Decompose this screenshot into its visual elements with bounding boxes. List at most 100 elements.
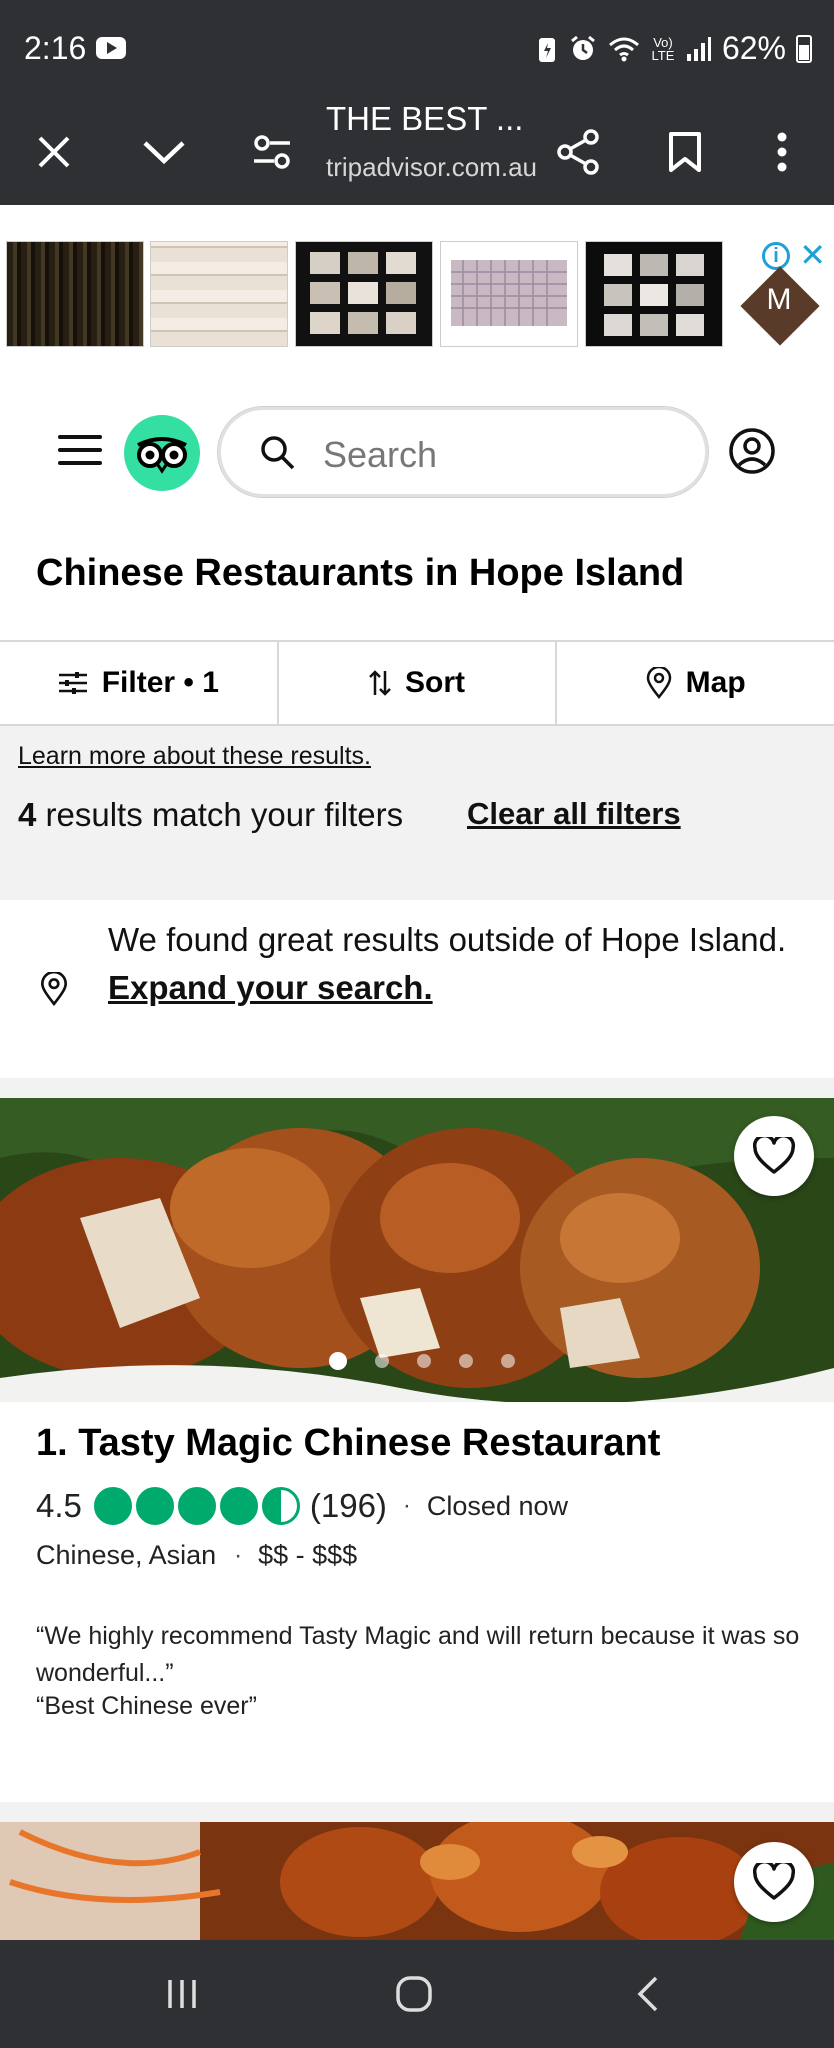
review-snippet[interactable]: “We highly recommend Tasty Magic and wil… [36,1618,816,1692]
share-icon [557,129,599,175]
food-photo-fried-dish [0,1822,834,1940]
review-snippet[interactable]: “Best Chinese ever” [36,1692,257,1721]
learn-more-link[interactable]: Learn more about these results. [18,742,371,771]
sort-label: Sort [405,666,465,699]
ad-image[interactable] [295,241,433,347]
battery-saver-icon [538,37,555,62]
battery-percent: 62% [721,30,786,66]
filter-button[interactable]: Filter • 1 [0,642,279,724]
save-favorite-button[interactable] [734,1842,814,1922]
recent-apps-icon [168,1980,196,2008]
rating-value: 4.5 [36,1487,82,1524]
ad-image[interactable] [440,241,578,347]
settings-sliders-icon [254,135,290,169]
separator-dot: · [402,1492,411,1519]
rating-bubble-full [135,1487,174,1525]
owl-eyes-icon [137,437,187,474]
filter-bar: Filter • 1 Sort Map [0,640,834,726]
results-text: results match your filters [45,796,404,833]
site-header: Search [0,395,834,505]
save-favorite-button[interactable] [734,1116,814,1196]
carousel-dot[interactable] [459,1354,473,1368]
network-type-label: Vo) LTE [651,34,675,63]
ad-info-icon[interactable]: i [762,242,790,270]
filter-icon [58,672,87,694]
browser-toolbar: THE BEST ... tripadvisor.com.au [0,100,834,205]
clear-filters-link[interactable]: Clear all filters [467,796,681,832]
ad-image[interactable] [150,241,288,347]
ad-tile-pattern [451,260,567,326]
tripadvisor-logo[interactable] [124,415,200,491]
chevron-down-icon [143,141,185,165]
section-divider [0,1802,834,1822]
separator-dot: · [234,1541,243,1569]
photo-carousel-indicator[interactable] [0,1352,834,1370]
youtube-icon [96,37,126,59]
search-placeholder: Search [323,434,438,475]
expand-search-message: We found great results outside of Hope I… [108,921,787,958]
location-pin-icon [40,972,68,1006]
carousel-dot[interactable] [375,1354,389,1368]
bookmark-icon [669,132,701,172]
status-time: 2:16 [24,30,87,66]
url-display[interactable]: tripadvisor.com.au [326,152,537,183]
rating-row: 4.5 (196) · Closed now [36,1484,568,1528]
map-label: Map [685,666,746,699]
home-icon [396,1976,432,2012]
filter-label: Filter • 1 [101,666,219,699]
more-vertical-icon [777,132,787,172]
share-button[interactable] [546,120,610,184]
section-divider [0,1078,834,1098]
rating-bubbles [93,1487,300,1525]
account-icon[interactable] [728,427,776,475]
tab-title: THE BEST ... [326,100,524,137]
advertiser-logo-letter: M [766,283,792,316]
restaurant-photo[interactable] [0,1822,834,1940]
minimize-button[interactable] [132,120,196,184]
close-tab-button[interactable] [22,120,86,184]
sort-button[interactable]: Sort [279,642,558,724]
status-bar: 2:16 Vo) LTE 62% [0,0,834,100]
ad-image[interactable] [6,241,144,347]
recent-apps-button[interactable] [152,1964,212,2024]
carousel-dot[interactable] [417,1354,431,1368]
alarm-icon [571,35,595,60]
ad-tile-pattern [310,252,416,334]
rating-bubble-full [93,1487,132,1525]
expand-search-notice: We found great results outside of Hope I… [0,900,834,1078]
search-icon [261,436,295,470]
heart-icon [753,1137,795,1174]
carousel-dot[interactable] [329,1352,347,1370]
sort-icon [369,670,391,696]
map-button[interactable]: Map [557,642,834,724]
rating-bubble-full [219,1487,258,1525]
battery-icon [796,34,812,63]
system-navigation-bar [0,1940,834,2048]
menu-icon[interactable] [58,435,102,465]
cuisine-row: Chinese, Asian · $$ - $$$ [36,1540,357,1571]
page-title: Chinese Restaurants in Hope Island [36,552,685,594]
expand-search-link[interactable]: Expand your search. [108,964,788,1012]
ad-banner[interactable] [0,205,834,355]
price-range: $$ - $$$ [258,1540,358,1570]
site-settings-button[interactable] [240,120,304,184]
ad-close-icon[interactable]: ✕ [799,236,826,274]
more-options-button[interactable] [750,120,814,184]
status-icons: Vo) LTE 62% [536,30,812,67]
results-info: Learn more about these results. 4 result… [0,726,834,900]
bookmark-button[interactable] [653,120,717,184]
wifi-icon [608,37,639,61]
review-count[interactable]: (196) [310,1487,387,1525]
restaurant-name[interactable]: 1. Tasty Magic Chinese Restaurant [36,1422,660,1465]
home-button[interactable] [384,1964,444,2024]
search-input[interactable]: Search [218,407,708,497]
cuisine-tags: Chinese, Asian [36,1540,217,1570]
signal-icon [686,36,711,61]
back-button[interactable] [618,1964,678,2024]
close-icon [38,136,70,168]
expand-search-text-block: We found great results outside of Hope I… [108,916,788,1012]
results-summary: 4 results match your filters [18,796,403,834]
ad-tile-pattern [604,254,704,336]
carousel-dot[interactable] [501,1354,515,1368]
ad-image[interactable] [585,241,723,347]
